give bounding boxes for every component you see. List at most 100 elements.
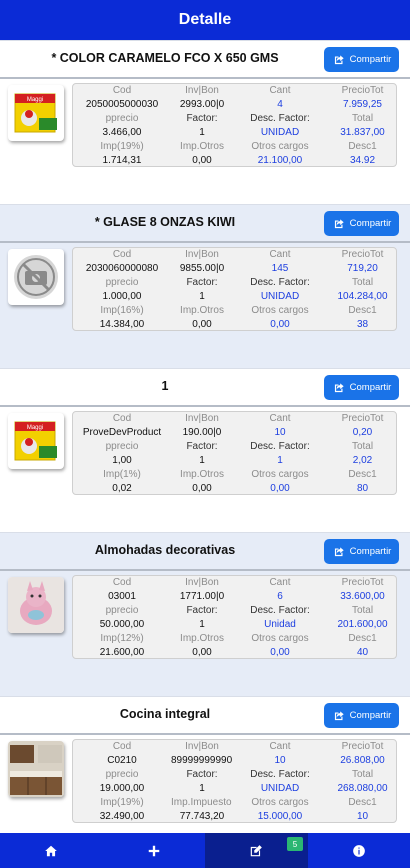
cant-label: Cant (269, 577, 291, 588)
product-list[interactable]: * COLOR CARAMELO FCO X 650 GMS Compartir… (0, 40, 410, 833)
imp-value: 1.714,31 (102, 155, 142, 166)
desc-factor-label: Desc. Factor: (250, 769, 310, 780)
cant-label: Cant (269, 741, 291, 752)
inv-value: 89999999990.00|0 (171, 755, 233, 766)
imp-otros-value: 0,00 (192, 319, 212, 330)
pprecio-value: 50.000,00 (99, 619, 145, 630)
cant-value[interactable]: 6 (233, 590, 327, 604)
list-item: 1 Compartir Maggi Cod Inv|Bon Cant Preci… (0, 368, 410, 532)
pprecio-value: 1.000,00 (102, 291, 142, 302)
otros-cargos-value[interactable]: 0,00 (233, 482, 327, 496)
list-item: Cocina integral Compartir Cod Inv|Bon Ca… (0, 696, 410, 833)
tab-edit[interactable]: 5 (205, 833, 308, 868)
product-details: Cod Inv|Bon Cant PrecioTot 2030060000080… (72, 247, 397, 331)
desc1-value[interactable]: 34.92 (327, 154, 398, 168)
cant-value[interactable]: 10 (233, 754, 327, 768)
cant-value[interactable]: 10 (233, 426, 327, 440)
cant-label: Cant (269, 413, 291, 424)
badge: 5 (287, 837, 303, 851)
precio-tot-value[interactable]: 7.959,25 (327, 98, 398, 112)
desc-factor-value[interactable]: UNIDAD (233, 126, 327, 140)
pprecio-label: pprecio (105, 605, 139, 616)
desc1-value[interactable]: 10 (327, 810, 398, 824)
share-icon (334, 710, 344, 720)
precio-tot-value[interactable]: 26.808,00 (327, 754, 398, 768)
desc-factor-value[interactable]: UNIDAD (233, 290, 327, 304)
app-header: Detalle (0, 0, 410, 40)
cant-label: Cant (269, 249, 291, 260)
desc-factor-value[interactable]: Unidad (233, 618, 327, 632)
pprecio-label: pprecio (105, 769, 139, 780)
factor-value: 1 (199, 291, 205, 302)
divider (0, 77, 410, 79)
inv-label: Inv|Bon (185, 577, 219, 588)
pillow-image[interactable] (8, 577, 64, 633)
kitchen-image[interactable] (8, 741, 64, 797)
share-label: Compartir (349, 546, 392, 557)
cant-value[interactable]: 145 (233, 262, 327, 276)
precio-tot-label: PrecioTot (341, 249, 384, 260)
imp-otros-label: Imp.Otros (180, 633, 224, 644)
product-title: 1 (161, 379, 169, 393)
home-icon (45, 845, 58, 856)
cod-label: Cod (112, 85, 132, 96)
imp-label: Imp(19%) (100, 141, 144, 152)
precio-tot-value[interactable]: 0,20 (327, 426, 398, 440)
no-image-icon[interactable] (8, 249, 64, 305)
desc1-label: Desc1 (348, 469, 377, 480)
share-icon (334, 218, 344, 228)
factor-label: Factor: (186, 113, 218, 124)
otros-cargos-value[interactable]: 21.100,00 (233, 154, 327, 168)
total-value: 31.837,00 (340, 127, 385, 138)
desc1-label: Desc1 (348, 141, 377, 152)
inv-label: Inv|Bon (185, 413, 219, 424)
desc-factor-label: Desc. Factor: (250, 605, 310, 616)
factor-value: 1 (199, 127, 205, 138)
product-title: Almohadas decorativas (94, 543, 236, 557)
share-button[interactable]: Compartir (324, 703, 399, 728)
precio-tot-value[interactable]: 719,20 (327, 262, 398, 276)
share-button[interactable]: Compartir (324, 47, 399, 72)
share-button[interactable]: Compartir (324, 375, 399, 400)
otros-cargos-value[interactable]: 15.000,00 (233, 810, 327, 824)
otros-cargos-value[interactable]: 0,00 (233, 646, 327, 660)
tab-home[interactable] (0, 833, 103, 868)
precio-tot-label: PrecioTot (341, 741, 384, 752)
desc1-value[interactable]: 38 (327, 318, 398, 332)
share-icon (334, 546, 344, 556)
desc1-value[interactable]: 40 (327, 646, 398, 660)
edit-icon (251, 844, 263, 856)
cant-value[interactable]: 4 (233, 98, 327, 112)
otros-cargos-value[interactable]: 0,00 (233, 318, 327, 332)
cod-value: C0210 (107, 755, 137, 766)
desc1-label: Desc1 (348, 797, 377, 808)
desc-factor-label: Desc. Factor: (250, 277, 310, 288)
imp-otros-label: Imp.Otros (180, 305, 224, 316)
desc-factor-value[interactable]: 1 (233, 454, 327, 468)
inv-value: 9855.00|0 (179, 263, 225, 274)
product-title: * GLASE 8 ONZAS KIWI (94, 215, 236, 229)
inv-value: 1771.00|0 (179, 591, 225, 602)
tab-info[interactable] (308, 833, 410, 868)
factor-value: 1 (199, 455, 205, 466)
product-image[interactable]: Maggi (8, 413, 64, 469)
imp-otros-label: Imp.Otros (180, 141, 224, 152)
total-label: Total (351, 113, 374, 124)
precio-tot-value[interactable]: 33.600,00 (327, 590, 398, 604)
desc1-value[interactable]: 80 (327, 482, 398, 496)
share-button[interactable]: Compartir (324, 539, 399, 564)
total-value: 104.284,00 (337, 291, 388, 302)
pprecio-label: pprecio (105, 277, 139, 288)
svg-text:Maggi: Maggi (27, 97, 43, 103)
share-button[interactable]: Compartir (324, 211, 399, 236)
share-label: Compartir (349, 382, 392, 393)
list-item: * COLOR CARAMELO FCO X 650 GMS Compartir… (0, 40, 410, 204)
imp-otros-value: 0,00 (192, 647, 212, 658)
tab-add[interactable] (103, 833, 206, 868)
imp-label: Imp(19%) (100, 797, 144, 808)
total-label: Total (351, 277, 374, 288)
product-image[interactable]: Maggi (8, 85, 64, 141)
desc-factor-value[interactable]: UNIDAD (233, 782, 327, 796)
imp-value: 0,02 (112, 483, 132, 494)
imp-otros-value: 77.743,20 (179, 811, 225, 822)
